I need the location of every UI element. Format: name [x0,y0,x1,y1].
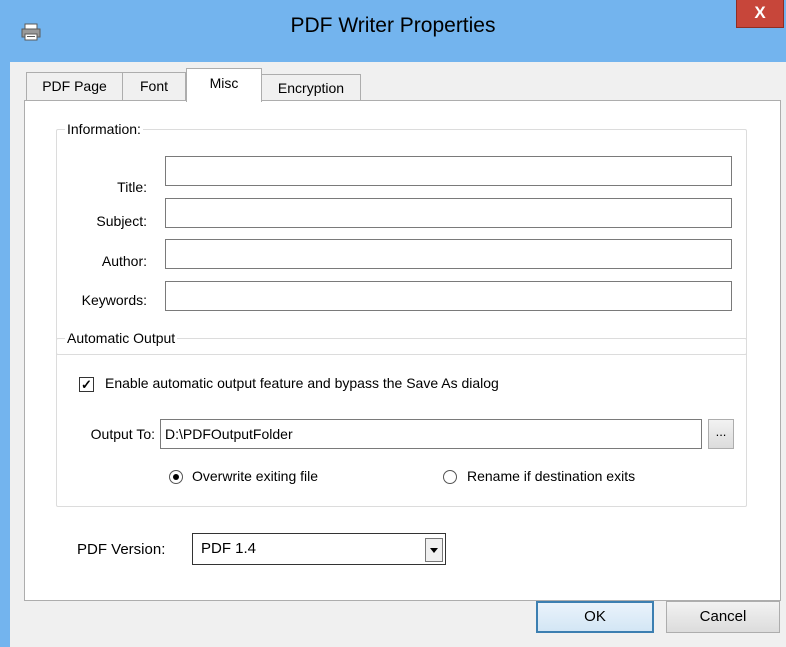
tab-misc[interactable]: Misc [186,68,262,102]
chevron-down-icon[interactable] [425,538,443,562]
radio-selected-dot [173,474,179,480]
tab-pdf-page[interactable]: PDF Page [26,72,123,100]
author-field[interactable] [165,239,732,269]
overwrite-label[interactable]: Overwrite exiting file [192,468,318,484]
cancel-button[interactable]: Cancel [666,601,780,633]
misc-tab-panel: Information: Title: Subject: Author: Key… [24,100,781,601]
dialog-client-area: PDF Page Font Misc Encryption Informatio… [10,62,786,647]
keywords-field[interactable] [165,281,732,311]
ok-button[interactable]: OK [536,601,654,633]
browse-button[interactable]: ... [708,419,734,449]
subject-field[interactable] [165,198,732,228]
tab-font[interactable]: Font [122,72,186,100]
output-to-field[interactable]: D:\PDFOutputFolder [160,419,702,449]
title-label: Title: [117,179,147,195]
window-title: PDF Writer Properties [290,14,496,37]
author-label: Author: [101,253,147,269]
title-bar[interactable]: PDF Writer Properties X [0,0,786,62]
overwrite-radio[interactable] [169,470,183,484]
rename-radio[interactable] [443,470,457,484]
title-field[interactable] [165,156,732,186]
pdf-version-select[interactable]: PDF 1.4 [192,533,446,565]
output-to-label: Output To: [90,426,155,442]
pdf-version-value: PDF 1.4 [201,540,257,557]
close-button[interactable]: X [736,0,784,28]
rename-label[interactable]: Rename if destination exits [467,468,635,484]
pdf-version-label: PDF Version: [77,541,166,558]
enable-auto-output-label[interactable]: Enable automatic output feature and bypa… [105,375,499,391]
information-legend: Information: [67,121,141,137]
subject-label: Subject: [96,213,147,229]
keywords-label: Keywords: [81,292,147,308]
window-frame: PDF Writer Properties X PDF Page Font Mi… [0,0,786,647]
automatic-output-legend: Automatic Output [67,330,176,346]
enable-auto-output-checkbox[interactable]: ✓ [79,377,94,392]
close-icon: X [754,3,766,22]
tab-encryption[interactable]: Encryption [261,74,361,102]
